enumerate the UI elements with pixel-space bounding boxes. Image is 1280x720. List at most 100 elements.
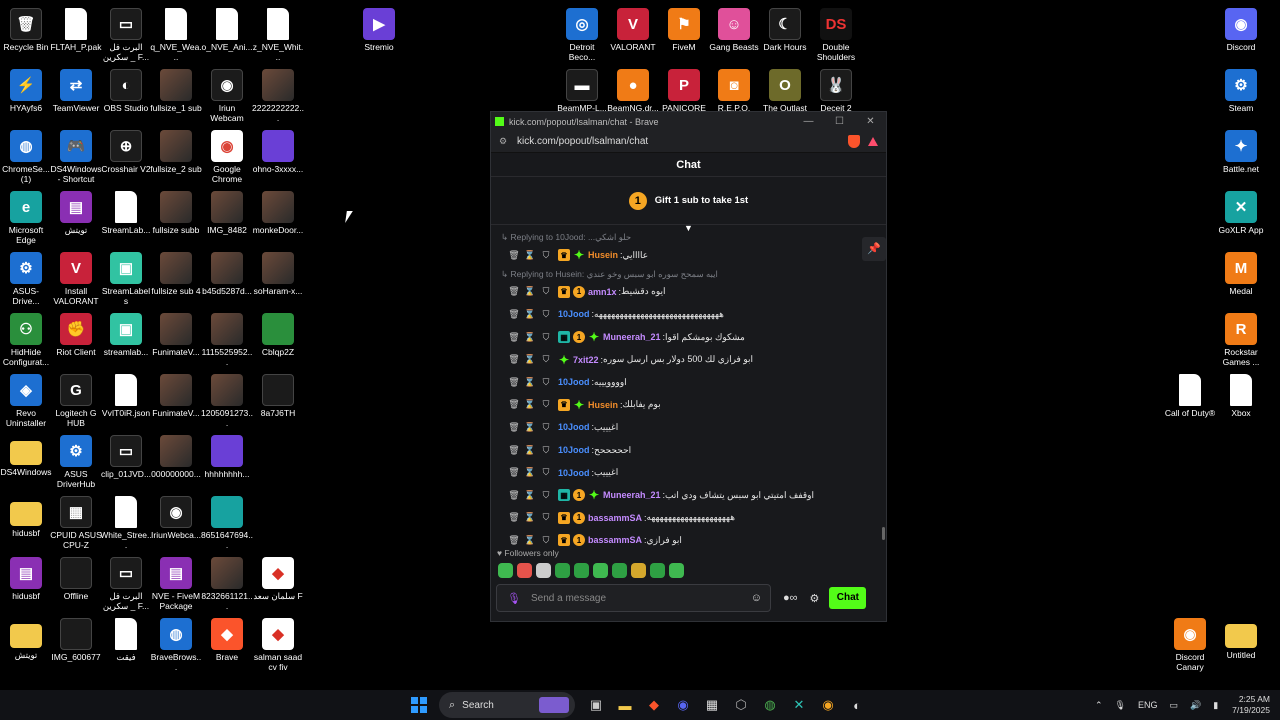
chat-username[interactable]: 7xit22 <box>573 355 599 365</box>
emote-icon[interactable] <box>517 563 532 578</box>
desktop-icon[interactable]: ◎ Detroit Beco... <box>556 2 608 62</box>
discord-taskbar-icon[interactable]: ◉ <box>670 692 696 718</box>
chat-message[interactable]: 🗑 ⌛ ⛉ ♛ ✦ Husein: بوم يفابلك <box>491 394 886 417</box>
desktop-icon[interactable]: fullsize sub 4 <box>150 246 202 296</box>
desktop-icon[interactable]: P PANICORE <box>658 63 710 113</box>
emote-icon[interactable] <box>593 563 608 578</box>
store-icon[interactable]: ▦ <box>699 692 725 718</box>
desktop-icon[interactable]: 2222222222... <box>252 63 304 123</box>
url-text[interactable]: kick.com/popout/lsalman/chat <box>517 136 648 147</box>
desktop-icon[interactable]: ▤ تويتش <box>50 185 102 235</box>
desktop-icon[interactable]: 1115525952... <box>201 307 253 367</box>
close-button[interactable]: ✕ <box>855 116 886 127</box>
desktop-icon[interactable]: Untitled <box>1215 612 1267 660</box>
desktop-icon[interactable]: White_Stree... <box>100 490 152 550</box>
desktop-icon[interactable]: ☺ Gang Beasts <box>708 2 760 52</box>
points-icon[interactable]: ●∞ <box>783 592 798 604</box>
desktop-icon[interactable]: ◈ Revo Uninstaller <box>0 368 52 428</box>
site-settings-icon[interactable]: ⚙ <box>499 136 509 147</box>
desktop-icon[interactable]: Call of Duty® <box>1164 368 1216 418</box>
trash-icon[interactable]: 🗑 <box>506 490 522 501</box>
trash-icon[interactable]: 🗑 <box>506 332 522 343</box>
desktop-icon[interactable]: VvIT0iR.json <box>100 368 152 418</box>
microphone-icon[interactable]: 🎙 <box>507 592 521 605</box>
chat-message[interactable]: 🗑 ⌛ ⛉ 10Jood: اغيييب <box>491 461 886 484</box>
desktop-icon[interactable]: G Logitech G HUB <box>50 368 102 428</box>
desktop-icon[interactable]: ▤ hidusbf <box>0 551 52 601</box>
desktop-icon[interactable]: ◙ R.E.P.O. <box>708 63 760 113</box>
desktop-icon[interactable]: ◉ Discord Canary <box>1164 612 1216 672</box>
emote-icon[interactable] <box>612 563 627 578</box>
desktop-icon[interactable]: ◆ salman saad cv fiv <box>252 612 304 672</box>
desktop-icon[interactable]: 000000000... <box>150 429 202 479</box>
desktop-icon[interactable]: ▣ StreamLabels <box>100 246 152 306</box>
desktop-icon[interactable]: ◍ BraveBrows... <box>150 612 202 672</box>
chevron-up-icon[interactable]: ⌃ <box>1095 700 1103 711</box>
chat-message[interactable]: 🗑 ⌛ ⛉ ▦ 1 ✦ Muneerah_21: مشكوك بومشكم اقوا <box>491 326 886 349</box>
trash-icon[interactable]: 🗑 <box>506 445 522 456</box>
microphone-tray-icon[interactable]: 🎙 <box>1115 700 1126 711</box>
desktop-icon[interactable]: DS Double Shoulders <box>810 2 862 62</box>
taskbar-search[interactable]: ⌕ Search <box>439 692 575 718</box>
brave-taskbar-icon[interactable]: ◆ <box>641 692 667 718</box>
goxlr-taskbar-icon[interactable]: ✕ <box>786 692 812 718</box>
desktop-icon[interactable]: e Microsoft Edge <box>0 185 52 245</box>
desktop-icon[interactable]: 8232661121... <box>201 551 253 611</box>
desktop-icon[interactable]: ✦ Battle.net <box>1215 124 1267 174</box>
desktop-icon[interactable]: ◉ IriunWebca... <box>150 490 202 540</box>
chat-message[interactable]: 🗑 ⌛ ⛉ ♛ 1 bassammSA: ابو فرازي <box>491 529 886 550</box>
shield-icon[interactable]: ⛉ <box>538 377 554 388</box>
desktop-icon[interactable]: ⚙ Steam <box>1215 63 1267 113</box>
chat-username[interactable]: 10Jood <box>558 468 590 478</box>
reply-context[interactable]: ↳ Replying to Husein: ايبه سمحح سوره ابو… <box>491 267 886 281</box>
desktop-icon[interactable]: ⇄ TeamViewer <box>50 63 102 113</box>
trash-icon[interactable]: 🗑 <box>506 377 522 388</box>
desktop-icon[interactable]: ⚑ FiveM <box>658 2 710 52</box>
chat-message[interactable]: 🗑 ⌛ ⛉ 10Jood: اوووويييه <box>491 371 886 394</box>
hourglass-icon[interactable]: ⌛ <box>522 467 538 478</box>
desktop-icon[interactable]: تويتش <box>0 612 52 660</box>
desktop-icon[interactable]: ⚇ HidHide Configurat... <box>0 307 52 367</box>
desktop-icon[interactable]: StreamLab... <box>100 185 152 235</box>
chat-username[interactable]: bassammSA <box>588 535 642 545</box>
minimize-button[interactable]: — <box>793 116 824 127</box>
emote-icon[interactable] <box>631 563 646 578</box>
hourglass-icon[interactable]: ⌛ <box>522 512 538 523</box>
network-icon[interactable]: ▭ <box>1169 700 1178 711</box>
desktop-icon[interactable]: ✕ GoXLR App <box>1215 185 1267 235</box>
desktop-icon[interactable]: ◆ سلمان سعد F <box>252 551 304 601</box>
chat-username[interactable]: 10Jood <box>558 309 590 319</box>
desktop-icon[interactable]: FunimateV... <box>150 368 202 418</box>
chat-username[interactable]: bassammSA <box>588 513 642 523</box>
desktop-icon[interactable]: V VALORANT <box>607 2 659 52</box>
chat-username[interactable]: Muneerah_21 <box>603 490 661 500</box>
desktop-icon[interactable]: ▦ CPUID ASUS CPU-Z <box>50 490 102 550</box>
hourglass-icon[interactable]: ⌛ <box>522 354 538 365</box>
chat-username[interactable]: 10Jood <box>558 422 590 432</box>
chat-message[interactable]: 🗑 ⌛ ⛉ 10Jood: احححححح <box>491 439 886 462</box>
hourglass-icon[interactable]: ⌛ <box>522 422 538 433</box>
emote-icon[interactable] <box>498 563 513 578</box>
desktop-icon[interactable]: ▭ clip_01JVD... <box>100 429 152 479</box>
trash-icon[interactable]: 🗑 <box>506 399 522 410</box>
desktop-icon[interactable]: ▭ البرت فل سكرين _ F... <box>100 551 152 611</box>
hourglass-icon[interactable]: ⌛ <box>522 332 538 343</box>
desktop-icon[interactable]: IMG_8482 <box>201 185 253 235</box>
shield-icon[interactable]: ⛉ <box>538 535 554 546</box>
shield-icon[interactable]: ⛉ <box>538 422 554 433</box>
desktop-icon[interactable]: ◐ OBS Studio <box>100 63 152 113</box>
desktop-icon[interactable]: ◆ Brave <box>201 612 253 662</box>
shield-icon[interactable]: ⛉ <box>538 286 554 297</box>
hourglass-icon[interactable]: ⌛ <box>522 250 538 261</box>
desktop-icon[interactable]: soHaram-x... <box>252 246 304 296</box>
window-titlebar[interactable]: kick.com/popout/lsalman/chat - Brave — ☐… <box>491 112 886 131</box>
hourglass-icon[interactable]: ⌛ <box>522 445 538 456</box>
desktop-icon[interactable]: Xbox <box>1215 368 1267 418</box>
battery-icon[interactable]: ▮ <box>1213 700 1218 711</box>
desktop-icon[interactable]: monkeDoor... <box>252 185 304 235</box>
brave-shields-icon[interactable] <box>848 135 860 148</box>
send-chat-button[interactable]: Chat <box>829 587 867 609</box>
desktop-icon[interactable]: ▣ streamlab... <box>100 307 152 357</box>
desktop-icon[interactable]: FLTAH_P.pak <box>50 2 102 52</box>
desktop-icon[interactable]: 🎮 DS4Windows - Shortcut <box>50 124 102 184</box>
